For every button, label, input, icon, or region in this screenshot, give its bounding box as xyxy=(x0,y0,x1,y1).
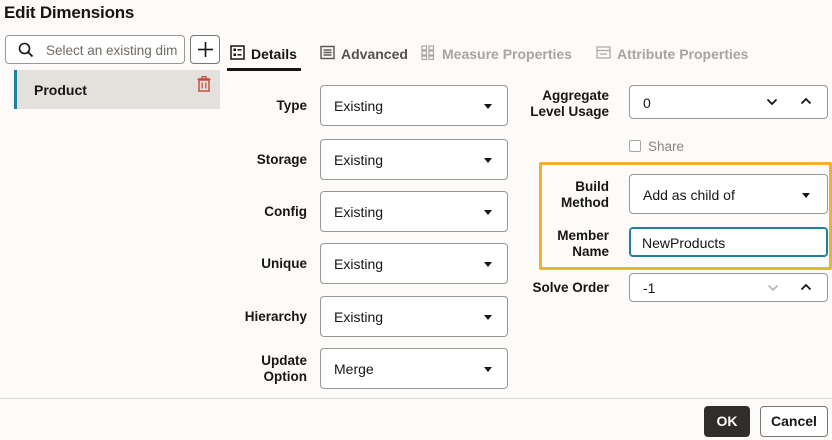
dimension-label: Product xyxy=(34,82,87,98)
member-name-input[interactable] xyxy=(642,234,812,252)
config-select[interactable]: Existing xyxy=(320,191,508,232)
hierarchy-select[interactable]: Existing xyxy=(320,296,508,337)
share-label: Share xyxy=(648,139,685,154)
caret-down-icon xyxy=(484,210,492,215)
search-input[interactable] xyxy=(46,41,180,59)
ok-button[interactable]: OK xyxy=(704,406,750,437)
chevron-up-icon[interactable] xyxy=(800,283,812,291)
solve-order-label: Solve Order xyxy=(532,280,609,295)
chevron-down-icon xyxy=(767,284,779,292)
tab-measure-properties[interactable]: Measure Properties xyxy=(421,44,572,64)
dimension-search-field[interactable] xyxy=(5,35,185,64)
storage-select[interactable]: Existing xyxy=(320,139,508,180)
solve-order-stepper[interactable]: -1 xyxy=(629,273,828,302)
tab-details[interactable]: Details xyxy=(230,44,300,64)
chevron-down-icon[interactable] xyxy=(766,98,778,106)
chevron-up-icon[interactable] xyxy=(800,97,812,105)
caret-down-icon xyxy=(484,158,492,163)
caret-down-icon xyxy=(484,262,492,267)
unique-label: Unique xyxy=(261,256,307,271)
plus-icon xyxy=(198,42,213,57)
type-label: Type xyxy=(276,98,307,113)
trash-icon[interactable] xyxy=(197,76,211,92)
config-value: Existing xyxy=(334,204,384,220)
tab-attribute-properties[interactable]: Attribute Properties xyxy=(596,44,749,64)
member-name-label: Member Name xyxy=(548,228,609,260)
type-select[interactable]: Existing xyxy=(320,85,508,126)
storage-value: Existing xyxy=(334,152,384,168)
tab-measure-label: Measure Properties xyxy=(442,46,572,62)
solve-order-value: -1 xyxy=(643,280,656,296)
aggregate-level-usage-stepper[interactable]: 0 xyxy=(629,85,828,119)
update-option-label-line2: Option xyxy=(263,369,308,384)
storage-label: Storage xyxy=(256,152,307,167)
caret-down-icon xyxy=(484,104,492,109)
member-name-label-line1: Member xyxy=(557,228,609,243)
grid-icon xyxy=(421,45,435,60)
tab-details-label: Details xyxy=(251,46,297,62)
build-method-label: Build Method xyxy=(548,179,609,211)
dialog-title: Edit Dimensions xyxy=(4,3,135,22)
config-label: Config xyxy=(264,204,307,219)
type-value: Existing xyxy=(334,98,384,114)
tab-advanced[interactable]: Advanced xyxy=(320,44,410,64)
share-checkbox[interactable] xyxy=(629,140,641,152)
dimension-list-item-product[interactable]: Product xyxy=(14,70,220,109)
build-method-label-line1: Build xyxy=(575,179,609,194)
active-tab-indicator xyxy=(227,68,301,71)
caret-down-icon xyxy=(484,367,492,372)
build-method-value: Add as child of xyxy=(643,187,735,203)
hierarchy-value: Existing xyxy=(334,309,384,325)
hierarchy-label: Hierarchy xyxy=(244,309,307,324)
update-option-value: Merge xyxy=(334,361,374,377)
build-method-label-line2: Method xyxy=(561,195,609,210)
member-name-label-line2: Name xyxy=(572,244,609,259)
tab-attribute-label: Attribute Properties xyxy=(617,46,749,62)
search-icon xyxy=(18,42,34,58)
caret-down-icon xyxy=(484,315,492,320)
unique-value: Existing xyxy=(334,256,384,272)
add-dimension-button[interactable] xyxy=(190,35,220,64)
cancel-button[interactable]: Cancel xyxy=(760,406,828,437)
tab-advanced-label: Advanced xyxy=(341,46,408,62)
aggregate-level-usage-label: Aggregate Level Usage xyxy=(520,88,609,120)
details-icon xyxy=(230,45,245,60)
list-icon xyxy=(320,45,335,60)
update-option-label: Update Option xyxy=(230,353,307,385)
update-option-label-line1: Update xyxy=(261,353,307,368)
caret-down-icon xyxy=(802,193,810,198)
aggregate-label-line1: Aggregate xyxy=(542,88,609,103)
build-method-select[interactable]: Add as child of xyxy=(629,174,828,214)
aggregate-value: 0 xyxy=(643,95,651,111)
member-name-field[interactable] xyxy=(629,227,828,257)
attribute-icon xyxy=(596,46,611,59)
unique-select[interactable]: Existing xyxy=(320,243,508,284)
update-option-select[interactable]: Merge xyxy=(320,348,508,389)
footer-divider xyxy=(0,398,832,399)
aggregate-label-line2: Level Usage xyxy=(530,104,609,119)
